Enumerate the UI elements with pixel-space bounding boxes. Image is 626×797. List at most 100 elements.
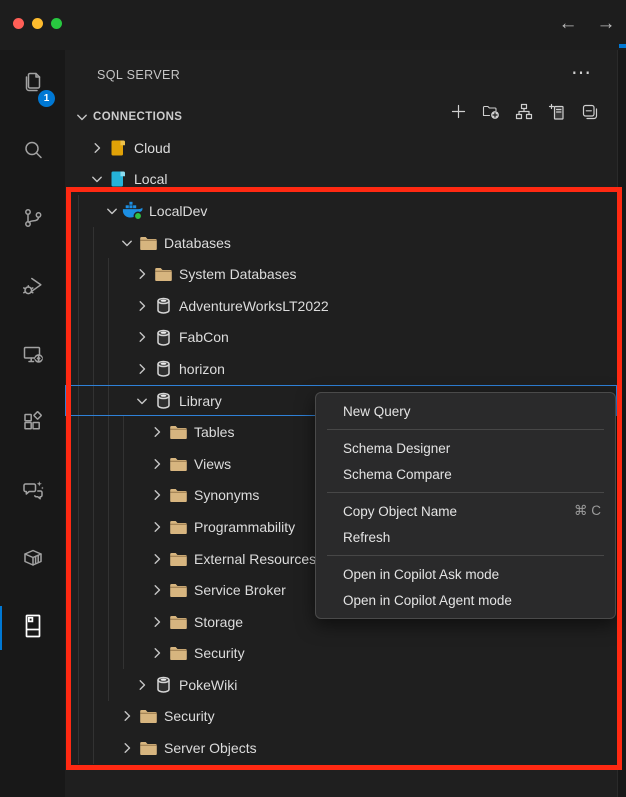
menu-item-label: Refresh bbox=[343, 530, 390, 545]
docker-icon bbox=[121, 201, 145, 220]
menu-item-refresh[interactable]: Refresh bbox=[316, 524, 615, 550]
chevron-right-icon[interactable] bbox=[118, 707, 136, 725]
connections-toolbar bbox=[448, 104, 600, 124]
database-icon bbox=[151, 359, 175, 378]
chevron-right-icon[interactable] bbox=[133, 328, 151, 346]
folder-tan-icon bbox=[166, 517, 190, 536]
activity-item-explorer[interactable]: 1 bbox=[0, 50, 65, 118]
chevron-right-icon[interactable] bbox=[133, 360, 151, 378]
tree-item-label: Server Objects bbox=[164, 740, 257, 756]
chevron-right-icon[interactable] bbox=[148, 486, 166, 504]
menu-separator bbox=[327, 429, 604, 430]
menu-item-label: Open in Copilot Ask mode bbox=[343, 567, 499, 582]
tree-item-system-databases[interactable]: System Databases bbox=[65, 258, 617, 290]
activity-item-run-debug[interactable] bbox=[0, 254, 65, 322]
tree-item-security[interactable]: Security bbox=[65, 638, 617, 670]
tree-item-adventureworkslt2022[interactable]: AdventureWorksLT2022 bbox=[65, 290, 617, 322]
chevron-right-icon[interactable] bbox=[148, 423, 166, 441]
chevron-right-icon[interactable] bbox=[133, 676, 151, 694]
tree-item-label: Tables bbox=[194, 424, 234, 440]
tree-item-localdev[interactable]: LocalDev bbox=[65, 195, 617, 227]
tree-item-label: Security bbox=[194, 645, 245, 661]
minimize-window-icon[interactable] bbox=[32, 18, 43, 29]
chevron-down-icon[interactable] bbox=[103, 202, 121, 220]
database-icon bbox=[151, 675, 175, 694]
folder-amber-icon bbox=[106, 138, 130, 157]
add-server-button[interactable] bbox=[547, 104, 567, 124]
tree-item-databases[interactable]: Databases bbox=[65, 227, 617, 259]
forward-icon[interactable]: → bbox=[594, 11, 618, 37]
tree-item-label: External Resources bbox=[194, 551, 316, 567]
traffic-lights bbox=[13, 18, 62, 29]
sidebar-header: SQL SERVER ⋯ bbox=[65, 50, 617, 100]
more-actions-icon[interactable]: ⋯ bbox=[571, 60, 591, 85]
chevron-right-icon[interactable] bbox=[148, 581, 166, 599]
menu-item-open-in-copilot-ask-mode[interactable]: Open in Copilot Ask mode bbox=[316, 561, 615, 587]
chevron-down-icon[interactable] bbox=[133, 392, 151, 410]
editor-tab-accent bbox=[619, 44, 626, 48]
chevron-down-icon[interactable] bbox=[88, 170, 106, 188]
folder-tan-icon bbox=[166, 612, 190, 631]
chevron-right-icon[interactable] bbox=[148, 644, 166, 662]
menu-item-label: New Query bbox=[343, 404, 411, 419]
search-icon bbox=[21, 138, 45, 167]
activity-item-chat[interactable] bbox=[0, 458, 65, 526]
folder-tan-icon bbox=[136, 707, 160, 726]
tree-item-server-objects[interactable]: Server Objects bbox=[65, 732, 617, 764]
chevron-right-icon[interactable] bbox=[148, 550, 166, 568]
close-window-icon[interactable] bbox=[13, 18, 24, 29]
remote-icon bbox=[21, 342, 45, 371]
folder-tan-icon bbox=[166, 549, 190, 568]
folder-tan-icon bbox=[166, 644, 190, 663]
new-connection-group-button[interactable] bbox=[481, 104, 501, 124]
sidebar-title: SQL SERVER bbox=[97, 68, 180, 82]
menu-item-schema-compare[interactable]: Schema Compare bbox=[316, 461, 615, 487]
history-nav: ← → bbox=[556, 11, 618, 37]
menu-item-copy-object-name[interactable]: Copy Object Name⌘ C bbox=[316, 498, 615, 524]
tree-item-label: Programmability bbox=[194, 519, 295, 535]
source-control-icon bbox=[21, 206, 45, 235]
activity-item-search[interactable] bbox=[0, 118, 65, 186]
database-icon bbox=[151, 296, 175, 315]
chevron-right-icon[interactable] bbox=[88, 139, 106, 157]
collapse-all-button[interactable] bbox=[580, 104, 600, 124]
activity-item-extensions[interactable] bbox=[0, 390, 65, 458]
activity-item-sql-server[interactable] bbox=[0, 594, 65, 662]
chevron-right-icon[interactable] bbox=[148, 613, 166, 631]
tree-item-local[interactable]: Local bbox=[65, 164, 617, 196]
debug-icon bbox=[21, 274, 45, 303]
editor-area-edge bbox=[617, 50, 626, 797]
connection-hierarchy-button[interactable] bbox=[514, 104, 534, 124]
tree-item-security[interactable]: Security bbox=[65, 701, 617, 733]
tree-item-label: LocalDev bbox=[149, 203, 207, 219]
menu-item-open-in-copilot-agent-mode[interactable]: Open in Copilot Agent mode bbox=[316, 587, 615, 613]
chevron-right-icon[interactable] bbox=[148, 455, 166, 473]
folder-plus-icon bbox=[482, 103, 500, 125]
chevron-down-icon[interactable] bbox=[73, 109, 91, 125]
menu-item-label: Schema Designer bbox=[343, 441, 450, 456]
tree-item-cloud[interactable]: Cloud bbox=[65, 132, 617, 164]
add-connection-button[interactable] bbox=[448, 104, 468, 124]
tree-item-horizon[interactable]: horizon bbox=[65, 353, 617, 385]
chevron-right-icon[interactable] bbox=[133, 265, 151, 283]
chevron-down-icon[interactable] bbox=[118, 234, 136, 252]
menu-item-new-query[interactable]: New Query bbox=[316, 398, 615, 424]
tree-item-fabcon[interactable]: FabCon bbox=[65, 322, 617, 354]
tree-item-label: System Databases bbox=[179, 266, 297, 282]
back-icon[interactable]: ← bbox=[556, 11, 580, 37]
menu-item-schema-designer[interactable]: Schema Designer bbox=[316, 435, 615, 461]
zoom-window-icon[interactable] bbox=[51, 18, 62, 29]
chevron-right-icon[interactable] bbox=[133, 297, 151, 315]
tree-item-label: Security bbox=[164, 708, 215, 724]
chevron-right-icon[interactable] bbox=[148, 518, 166, 536]
activity-item-source-control[interactable] bbox=[0, 186, 65, 254]
activity-item-containers[interactable] bbox=[0, 526, 65, 594]
chevron-right-icon[interactable] bbox=[118, 739, 136, 757]
activity-item-remote-explorer[interactable] bbox=[0, 322, 65, 390]
tree-item-label: Views bbox=[194, 456, 231, 472]
folder-tan-icon bbox=[136, 739, 160, 758]
menu-separator bbox=[327, 555, 604, 556]
tree-item-pokewiki[interactable]: PokeWiki bbox=[65, 669, 617, 701]
add-server-icon bbox=[548, 103, 566, 126]
menu-item-label: Schema Compare bbox=[343, 467, 452, 482]
